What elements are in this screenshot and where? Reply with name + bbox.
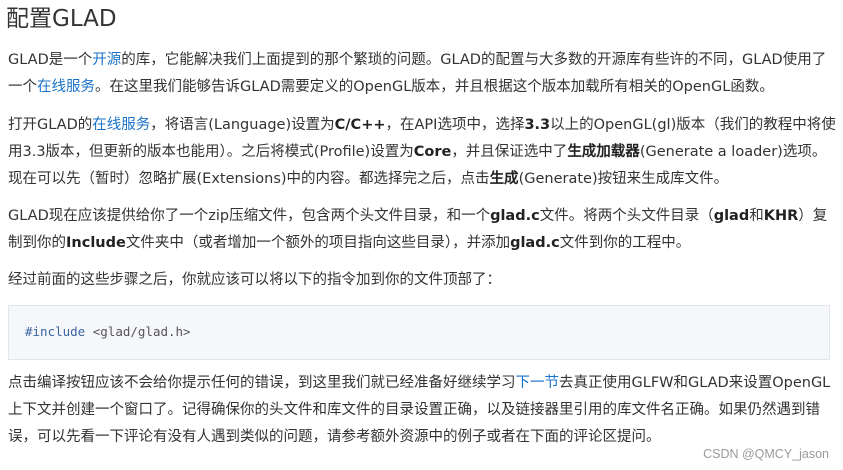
bold-glad-dir: glad [713, 208, 750, 224]
text-span: 文件到你的工程中。 [559, 235, 691, 251]
text-span: 。在这里我们能够告诉GLAD需要定义的OpenGL版本，并且根据这个版本加载所有… [95, 79, 774, 95]
text-span: ，并且保证选中了 [451, 144, 568, 160]
bold-language: C/C++ [334, 117, 386, 133]
code-include-path: <glad/glad.h> [85, 324, 191, 339]
paragraph-compile: 点击编译按钮应该不会给你提示任何的错误，到这里我们就已经准备好继续学习下一节去真… [8, 370, 838, 451]
text-span: 打开GLAD的 [8, 117, 93, 133]
paragraph-configure: 打开GLAD的在线服务，将语言(Language)设置为C/C++，在API选项… [8, 112, 838, 193]
text-span: 经过前面的这些步骤之后，你就应该可以将以下的指令加到你的文件顶部了： [8, 272, 501, 288]
text-span: GLAD是一个 [8, 52, 93, 68]
text-span: 文件夹中（或者增加一个额外的项目指向这些目录），并添加 [125, 235, 511, 251]
text-span: (Generate)按钮来生成库文件。 [518, 171, 729, 187]
paragraph-zip: GLAD现在应该提供给你了一个zip压缩文件，包含两个头文件目录，和一个glad… [8, 203, 838, 257]
bold-glad-c-2: glad.c [510, 235, 560, 251]
paragraph-intro: GLAD是一个开源的库，它能解决我们上面提到的那个繁琐的问题。GLAD的配置与大… [8, 47, 838, 101]
csdn-watermark: CSDN @QMCY_jason [703, 447, 829, 461]
bold-version: 3.3 [524, 117, 551, 133]
link-next-section[interactable]: 下一节 [516, 375, 560, 391]
link-open-source[interactable]: 开源 [92, 52, 121, 68]
code-block: #include <glad/glad.h> [8, 305, 830, 360]
text-span: 文件。将两个头文件目录（ [539, 208, 714, 224]
text-span: ，将语言(Language)设置为 [150, 117, 335, 133]
section-title: 配置GLAD [6, 6, 117, 32]
bold-profile: Core [413, 144, 452, 160]
code-keyword: #include [25, 324, 86, 339]
bold-khr-dir: KHR [763, 208, 799, 224]
paragraph-steps: 经过前面的这些步骤之后，你就应该可以将以下的指令加到你的文件顶部了： [8, 267, 838, 294]
text-span: 和 [749, 208, 764, 224]
link-online-service-2[interactable]: 在线服务 [92, 117, 150, 133]
bold-include: Include [66, 235, 126, 251]
bold-generate-loader: 生成加载器 [567, 144, 640, 160]
text-span: GLAD现在应该提供给你了一个zip压缩文件，包含两个头文件目录，和一个 [8, 208, 491, 224]
code-line: #include <glad/glad.h> [25, 324, 191, 339]
bold-generate: 生成 [489, 171, 519, 187]
link-online-service[interactable]: 在线服务 [37, 79, 95, 95]
text-span: 点击编译按钮应该不会给你提示任何的错误，到这里我们就已经准备好继续学习 [8, 375, 516, 391]
text-span: ，在API选项中，选择 [385, 117, 525, 133]
article-page: 配置GLAD GLAD是一个开源的库，它能解决我们上面提到的那个繁琐的问题。GL… [0, 0, 843, 470]
bold-glad-c: glad.c [490, 208, 540, 224]
